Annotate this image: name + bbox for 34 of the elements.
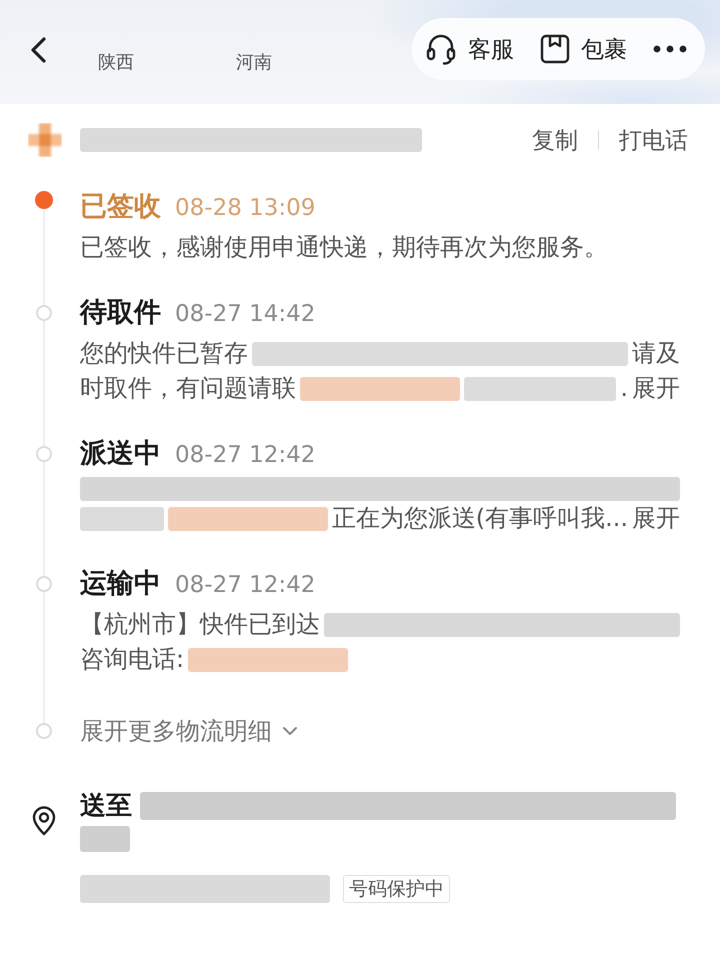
description-text: .: [620, 373, 628, 404]
map-label: 陕西: [98, 52, 134, 74]
package-icon: [540, 34, 570, 64]
timeline-dot: [36, 723, 52, 739]
status-label: 派送中: [80, 437, 161, 471]
timestamp: 08-27 12:42: [175, 441, 316, 470]
call-button[interactable]: 打电话: [619, 124, 688, 156]
expand-link[interactable]: 展开: [632, 371, 680, 406]
description-text: 咨询电话:: [80, 644, 184, 675]
status-label: 运输中: [80, 567, 161, 601]
blurred-logo-icon: [25, 120, 65, 160]
chevron-down-icon: [282, 726, 298, 736]
status-label: 已签收: [80, 190, 161, 224]
package-button[interactable]: 包裹: [540, 34, 627, 64]
description-text: 您的快件已暂存: [80, 338, 248, 369]
timestamp: 08-27 12:42: [175, 571, 316, 600]
timestamp: 08-27 14:42: [175, 300, 316, 329]
status-label: 待取件: [80, 296, 161, 330]
description-text: 正在为您派送(有事呼叫我...: [332, 503, 628, 534]
description-text: 请及: [632, 338, 680, 369]
description-text: 【杭州市】快件已到达: [80, 609, 320, 640]
copy-button[interactable]: 复制: [532, 124, 578, 156]
privacy-tag: 号码保护中: [343, 875, 450, 903]
more-icon[interactable]: [653, 45, 687, 53]
address-label: 送至: [80, 790, 132, 823]
headset-icon: [425, 32, 457, 66]
expand-more-button[interactable]: 展开更多物流明细: [80, 713, 298, 749]
location-pin-icon: [31, 806, 57, 836]
expand-link[interactable]: 展开: [632, 501, 680, 536]
description-text: 时取件，有问题请联: [80, 373, 296, 404]
service-button[interactable]: 客服: [425, 32, 514, 66]
description-text: 已签收，感谢使用申通快递，期待再次为您服务。: [80, 232, 608, 263]
timestamp: 08-28 13:09: [175, 194, 316, 223]
map-label: 河南: [236, 52, 272, 74]
